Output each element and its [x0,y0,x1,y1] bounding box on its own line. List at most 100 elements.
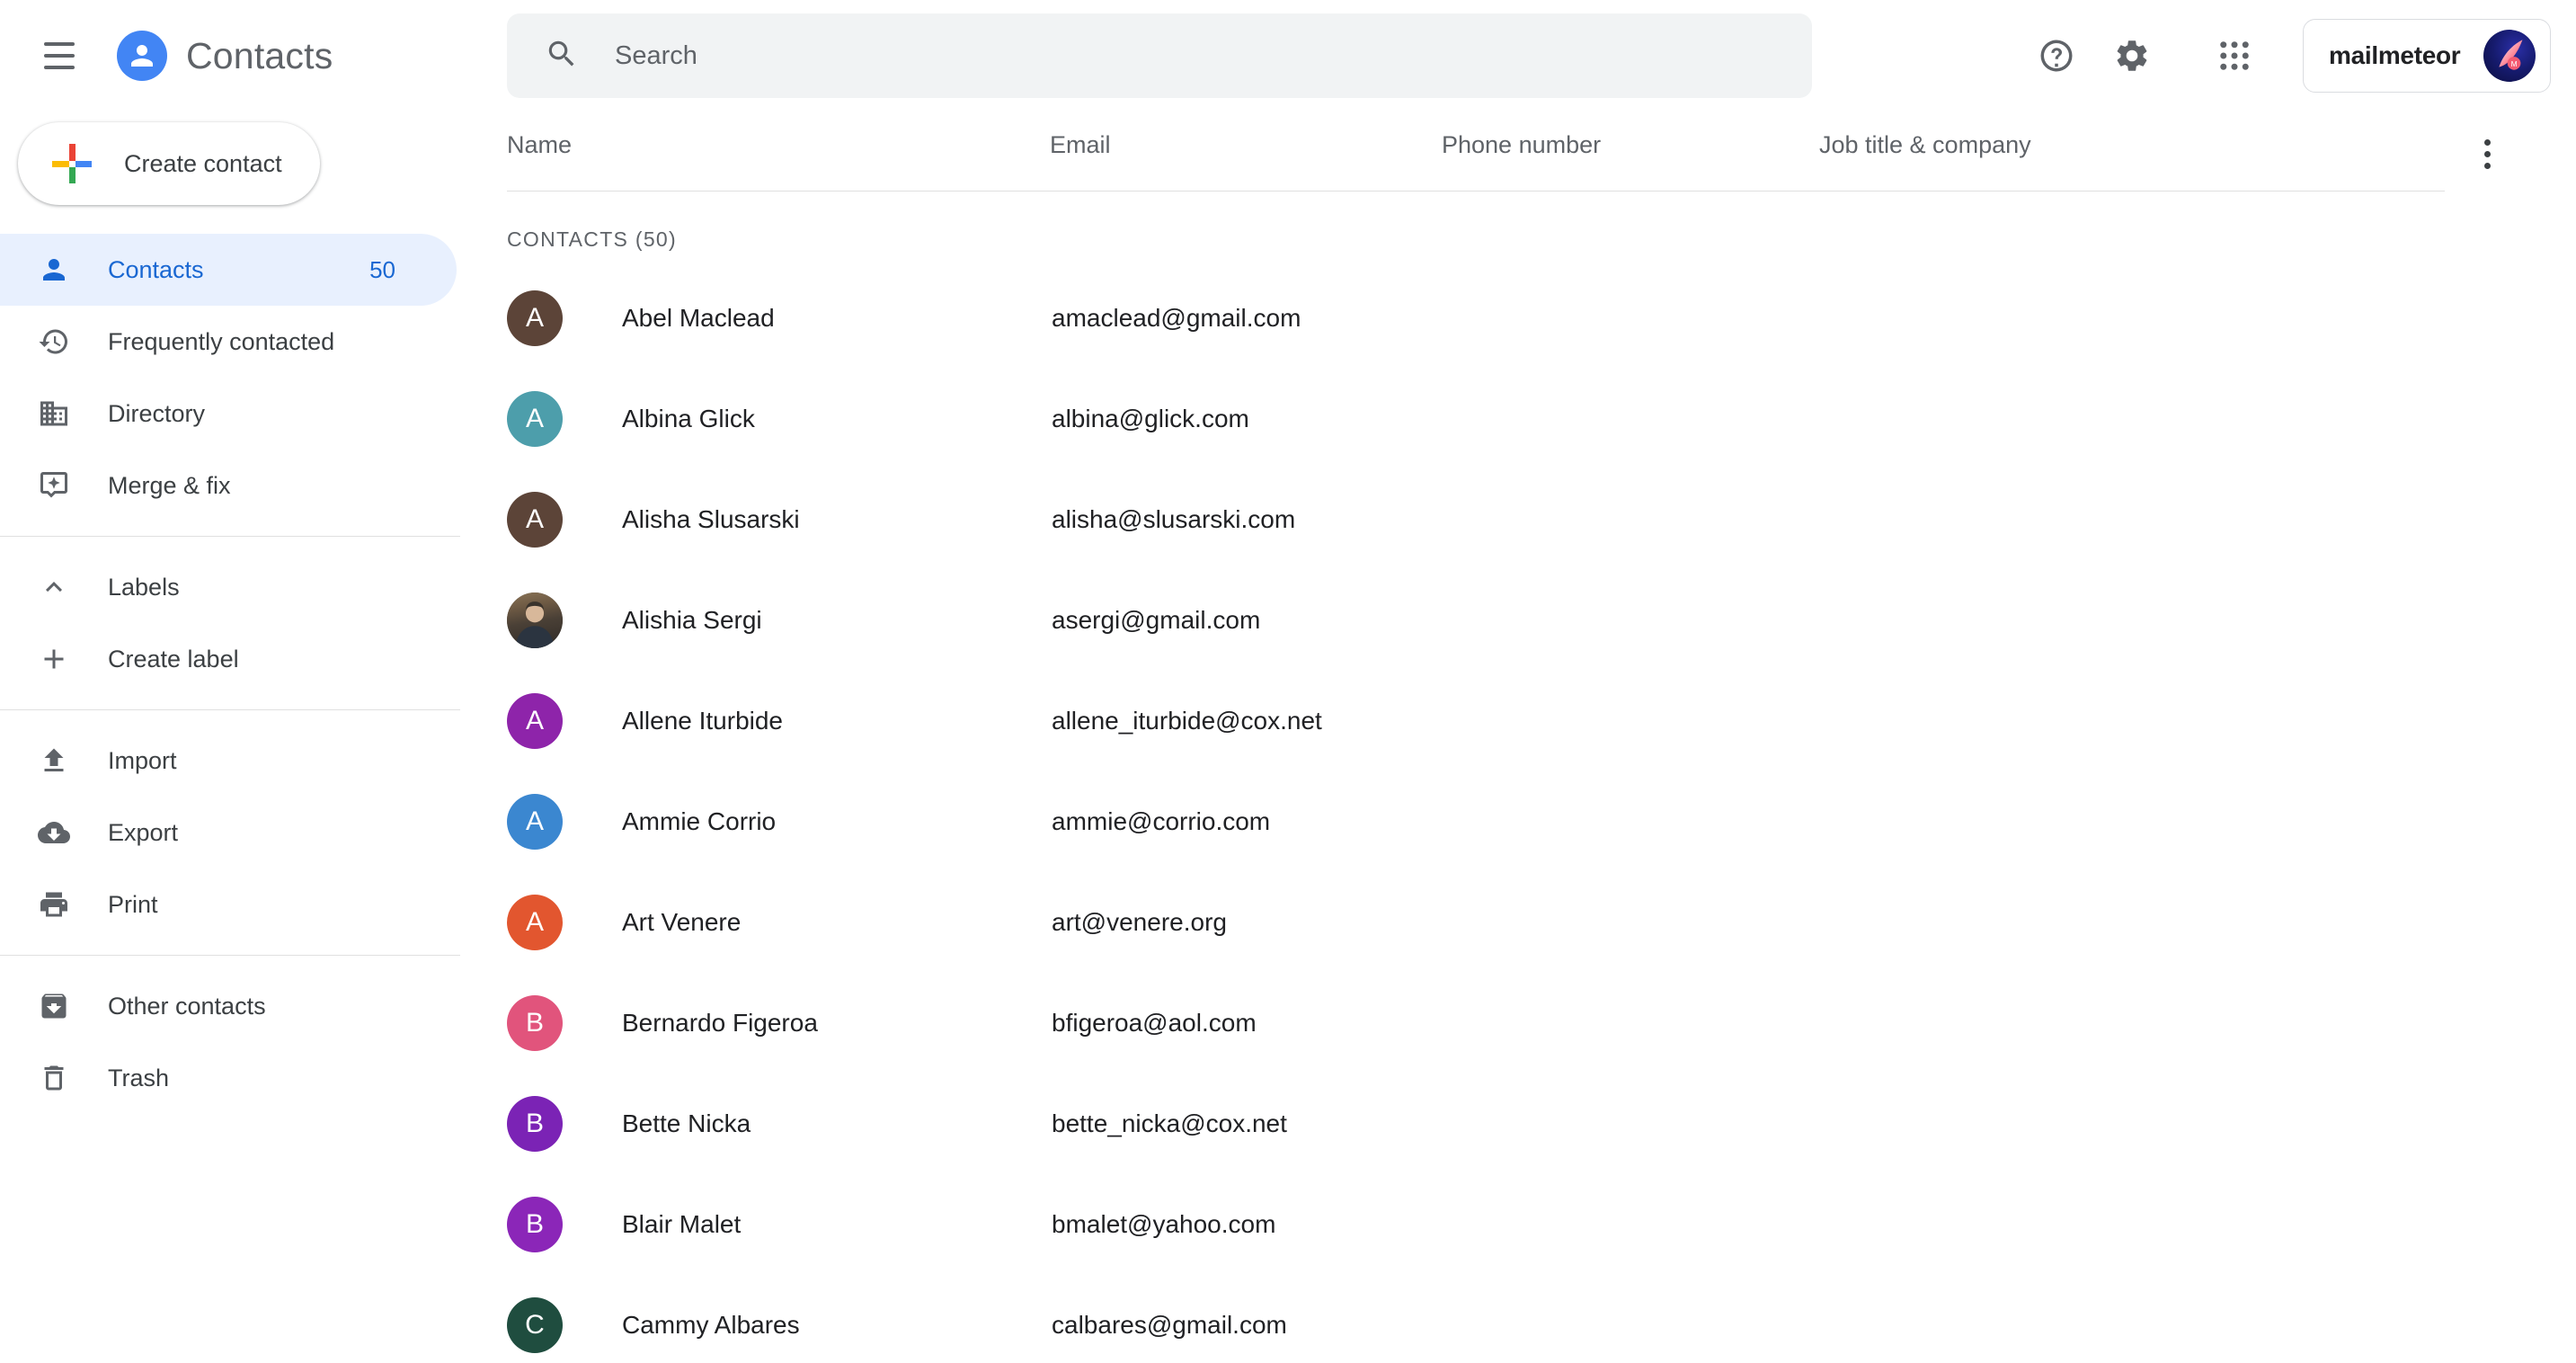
sidebar-item-trash[interactable]: Trash [0,1042,457,1114]
contact-name: Art Venere [622,908,742,936]
sidebar-item-labels[interactable]: Labels [0,551,457,623]
chevron-up-icon [34,571,74,603]
table-row[interactable]: A Abel Maclead amaclead@gmail.com [460,268,2576,369]
sidebar-item-print[interactable]: Print [0,869,457,940]
table-row[interactable]: B Bette Nicka bette_nicka@cox.net [460,1073,2576,1174]
brand-row: Contacts [0,0,460,111]
apps-grid-icon[interactable] [2197,18,2272,94]
page-title: Contacts [186,34,333,76]
contact-avatar: A [507,693,563,749]
sidebar-item-directory[interactable]: Directory [0,378,457,450]
contacts-table: A Abel Maclead amaclead@gmail.com A Albina G… [460,268,2576,1363]
contact-email: asergi@gmail.com [1052,606,1261,634]
sidebar-item-label: Directory [108,399,206,427]
sidebar-item-export[interactable]: Export [0,797,457,869]
account-chip[interactable]: mailmeteor M [2303,19,2551,93]
sidebar-item-import[interactable]: Import [0,725,457,797]
sidebar-item-label: Create label [108,645,239,673]
contact-email: bfigeroa@aol.com [1052,1009,1257,1037]
create-contact-label: Create contact [124,149,282,177]
person-icon [34,254,74,286]
topbar-actions: mailmeteor M [2019,18,2551,94]
table-row[interactable]: C Cammy Albares calbares@gmail.com [460,1275,2576,1363]
column-header-name[interactable]: Name [507,111,1050,159]
sidebar-item-label: Import [108,746,177,774]
contact-name: Allene Iturbide [622,707,784,735]
contact-avatar: A [507,290,563,346]
sidebar-nav: Contacts 50 Frequently contacted Directo… [0,234,460,1114]
contact-avatar-photo [507,592,563,648]
table-row[interactable]: A Alisha Slusarski alisha@slusarski.com [460,469,2576,570]
sidebar-item-label: Trash [108,1064,170,1091]
contact-email: allene_iturbide@cox.net [1052,707,1322,735]
more-options-icon[interactable] [2459,126,2515,182]
sidebar-item-label: Frequently contacted [108,327,335,355]
table-row[interactable]: B Blair Malet bmalet@yahoo.com [460,1174,2576,1275]
cloud-download-icon [34,816,74,849]
contact-avatar: C [507,1297,563,1353]
printer-icon [34,888,74,921]
column-header-email[interactable]: Email [1050,111,1442,159]
help-icon[interactable] [2019,18,2094,94]
table-row[interactable]: Alishia Sergi asergi@gmail.com [460,570,2576,671]
sidebar: Contacts Create contact Contacts 50 Freq… [0,0,460,1363]
gear-icon[interactable] [2094,18,2170,94]
sidebar-item-label: Print [108,890,158,918]
sidebar-item-create-label[interactable]: Create label [0,623,457,695]
sidebar-item-contacts[interactable]: Contacts 50 [0,234,457,306]
contacts-logo-icon [117,31,167,81]
sidebar-item-merge-and-fix[interactable]: Merge & fix [0,450,457,521]
contacts-section-label: CONTACTS (50) [507,227,677,251]
trash-icon [34,1062,74,1094]
contact-email: alisha@slusarski.com [1052,505,1296,533]
sidebar-item-label: Contacts [108,255,204,283]
contact-name: Bette Nicka [622,1109,751,1137]
upload-icon [34,744,74,777]
archive-icon [34,990,74,1022]
contact-name: Albina Glick [622,405,755,432]
contact-avatar: B [507,1096,563,1152]
contact-avatar: B [507,1197,563,1252]
column-header-job[interactable]: Job title & company [1819,111,2179,159]
contact-avatar: A [507,895,563,950]
table-row[interactable]: A Art Venere art@venere.org [460,872,2576,973]
history-icon [34,325,74,358]
sidebar-item-label: Export [108,818,179,846]
contact-name: Bernardo Figeroa [622,1009,818,1037]
topbar: mailmeteor [460,0,2576,111]
search-bar[interactable] [507,13,1812,98]
contact-avatar: A [507,794,563,850]
table-row[interactable]: B Bernardo Figeroa bfigeroa@aol.com [460,973,2576,1073]
search-input[interactable] [615,40,1812,71]
google-plus-icon [52,144,92,183]
contacts-count-badge: 50 [369,255,395,283]
contact-email: amaclead@gmail.com [1052,304,1301,332]
contact-email: bette_nicka@cox.net [1052,1109,1287,1137]
contact-avatar: A [507,492,563,548]
table-row[interactable]: A Ammie Corrio ammie@corrio.com [460,771,2576,872]
avatar: M [2483,30,2536,82]
column-header-phone[interactable]: Phone number [1442,111,1819,159]
create-contact-button[interactable]: Create contact [18,122,320,205]
merge-fix-icon [34,469,74,502]
sidebar-item-frequently-contacted[interactable]: Frequently contacted [0,306,457,378]
plus-icon [34,643,74,675]
contact-name: Alishia Sergi [622,606,762,634]
svg-text:M: M [2510,59,2517,68]
sidebar-item-other-contacts[interactable]: Other contacts [0,970,457,1042]
building-icon [34,397,74,430]
table-row[interactable]: A Allene Iturbide allene_iturbide@cox.net [460,671,2576,771]
hamburger-menu-icon[interactable] [25,22,93,90]
contact-name: Cammy Albares [622,1311,800,1339]
sidebar-divider-3 [0,955,460,956]
sidebar-item-label: Other contacts [108,992,266,1020]
contact-name: Alisha Slusarski [622,505,800,533]
main-content: mailmeteor [460,0,2576,1363]
table-row[interactable]: A Albina Glick albina@glick.com [460,369,2576,469]
contact-name: Ammie Corrio [622,807,777,835]
contact-avatar: B [507,995,563,1051]
table-header-row: Name Email Phone number Job title & comp… [460,111,2576,191]
contact-email: bmalet@yahoo.com [1052,1210,1276,1238]
contact-avatar: A [507,391,563,447]
contact-email: art@venere.org [1052,908,1227,936]
